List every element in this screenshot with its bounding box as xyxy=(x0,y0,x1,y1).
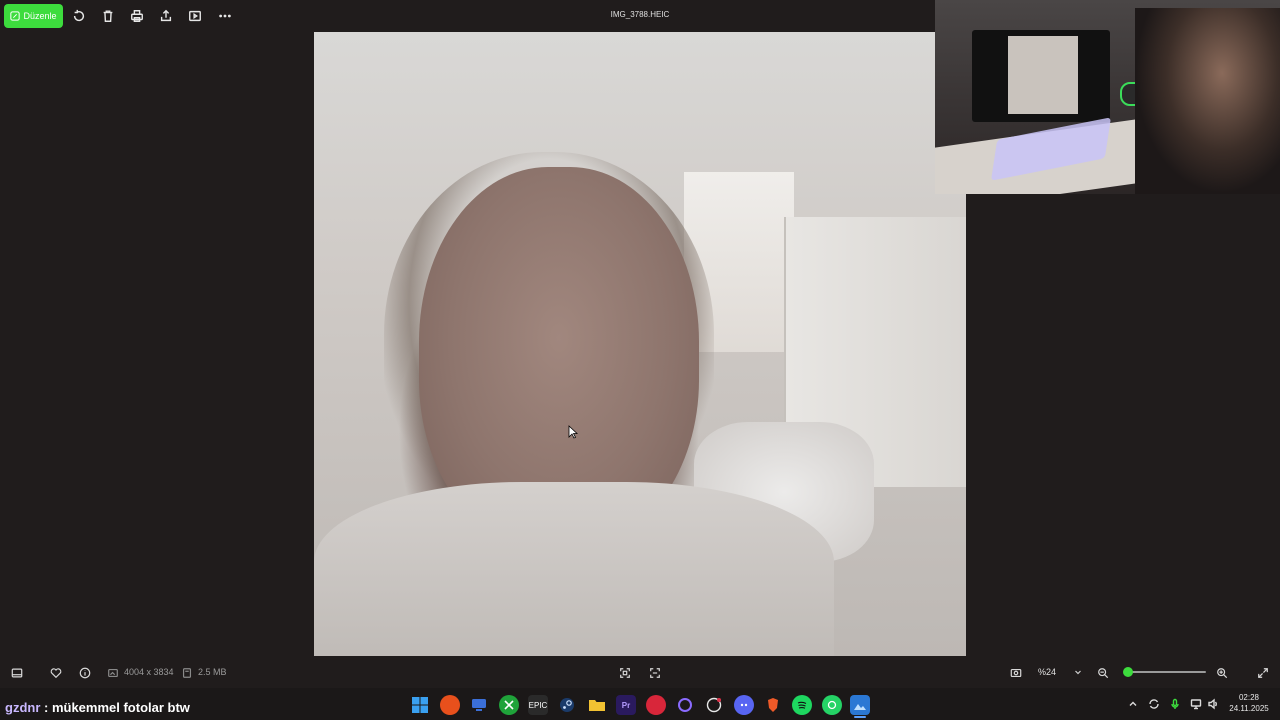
chevron-down-icon xyxy=(1075,670,1081,675)
spotify-app-icon[interactable] xyxy=(792,695,812,715)
info-icon[interactable] xyxy=(78,666,92,680)
clock-date: 24.11.2025 xyxy=(1229,704,1269,713)
brave-app-icon[interactable] xyxy=(763,695,783,715)
file-explorer-app-icon[interactable] xyxy=(587,695,607,715)
network-icon[interactable] xyxy=(1189,697,1203,711)
image-file-size: 2.5 MB xyxy=(198,667,227,677)
webcam-monitor xyxy=(972,30,1110,122)
edit-icon xyxy=(10,11,21,21)
screenshot-icon[interactable] xyxy=(1009,666,1023,680)
premiere-pro-app-icon[interactable]: Pr xyxy=(616,695,636,715)
discord-app-icon[interactable] xyxy=(734,695,754,715)
active-app-indicator xyxy=(854,716,866,718)
chatgpt-app-icon[interactable] xyxy=(704,695,724,715)
volume-icon[interactable] xyxy=(1206,697,1220,711)
zoom-out-icon[interactable] xyxy=(1096,666,1110,680)
print-icon[interactable] xyxy=(129,8,145,24)
fit-to-window-icon[interactable] xyxy=(618,666,632,680)
taskbar xyxy=(0,688,1280,720)
file-title: IMG_3788.HEIC xyxy=(610,10,670,19)
actual-size-icon[interactable] xyxy=(648,666,662,680)
epic-games-app-icon[interactable]: EPIC xyxy=(528,695,548,715)
webcam-overlay xyxy=(935,0,1280,194)
zoom-value: %24 xyxy=(1038,667,1057,677)
xbox-app-icon[interactable] xyxy=(499,695,519,715)
browser-app-icon[interactable] xyxy=(440,695,460,715)
fullscreen-icon[interactable] xyxy=(1256,666,1270,680)
circle-app-icon[interactable] xyxy=(675,695,695,715)
chevron-up-icon[interactable] xyxy=(1126,697,1140,711)
chat-overlay-message: gzdnr : mükemmel fotolar btw xyxy=(5,700,190,715)
file-size-icon xyxy=(180,666,194,680)
mouse-cursor-icon xyxy=(568,425,578,439)
windows-start-icon[interactable] xyxy=(410,695,430,715)
more-icon[interactable] xyxy=(217,8,233,24)
edit-button[interactable]: Düzenle xyxy=(4,4,63,28)
photos-app-icon[interactable] xyxy=(850,695,870,715)
photo-image[interactable] xyxy=(314,32,966,656)
zoom-in-icon[interactable] xyxy=(1215,666,1229,680)
zoom-dropdown[interactable]: %24 xyxy=(1032,662,1088,682)
system-clock[interactable]: 02:28 24.11.2025 xyxy=(1222,692,1276,714)
microphone-icon[interactable] xyxy=(1168,697,1182,711)
delete-icon[interactable] xyxy=(100,8,116,24)
whatsapp-app-icon[interactable] xyxy=(822,695,842,715)
rotate-icon[interactable] xyxy=(71,8,87,24)
steam-app-icon[interactable] xyxy=(557,695,577,715)
webcam-person xyxy=(1135,8,1280,194)
favorite-heart-icon[interactable] xyxy=(49,666,63,680)
clock-time: 02:28 xyxy=(1238,693,1260,702)
filmstrip-icon[interactable] xyxy=(10,666,24,680)
slideshow-icon[interactable] xyxy=(187,8,203,24)
red-app-icon[interactable] xyxy=(646,695,666,715)
zoom-slider[interactable] xyxy=(1123,667,1206,677)
top-toolbar: Düzenle IMG_3788.HEIC xyxy=(0,0,935,32)
photo-shirt xyxy=(314,482,834,656)
edit-label: Düzenle xyxy=(23,11,57,21)
bottom-info-bar xyxy=(0,658,1280,688)
sync-icon[interactable] xyxy=(1147,697,1161,711)
dimensions-icon xyxy=(106,666,120,680)
image-dimensions: 4004 x 3834 xyxy=(124,667,174,677)
display-app-icon[interactable] xyxy=(469,695,489,715)
share-icon[interactable] xyxy=(158,8,174,24)
chat-text: : mükemmel fotolar btw xyxy=(40,700,190,715)
chat-username: gzdnr xyxy=(5,700,41,715)
